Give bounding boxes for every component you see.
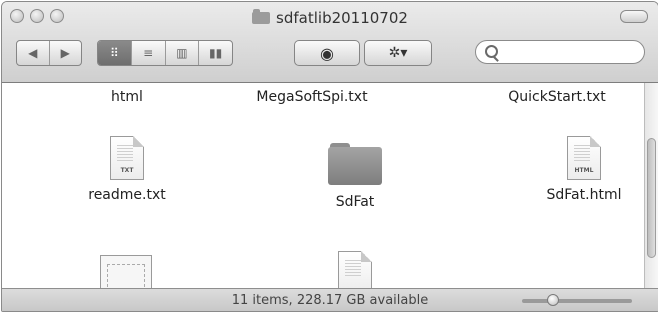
file-label: SdFat.html bbox=[546, 187, 622, 203]
file-item-readme[interactable]: TXT readme.txt bbox=[42, 136, 212, 203]
finder-window: sdfatlib20110702 ◀ ▶ ⠿ ≡ ▥ ▮▮ ◉ ✲▾ html bbox=[1, 1, 658, 312]
file-grid: html MegaSoftSpi.txt QuickStart.txt TXT … bbox=[2, 83, 644, 288]
nav-buttons: ◀ ▶ bbox=[16, 40, 82, 66]
search-icon bbox=[485, 45, 498, 58]
file-label: html bbox=[111, 89, 143, 105]
file-label: SdFat bbox=[335, 194, 375, 210]
back-arrow-icon: ◀ bbox=[28, 46, 38, 60]
column-view-button[interactable]: ▥ bbox=[166, 41, 200, 65]
file-item-megasoftspi[interactable]: MegaSoftSpi.txt bbox=[227, 89, 397, 105]
image-file-icon[interactable] bbox=[100, 255, 152, 288]
column-view-icon: ▥ bbox=[176, 46, 188, 60]
quicklook-button[interactable]: ◉ bbox=[294, 40, 360, 66]
search-input[interactable] bbox=[502, 44, 640, 62]
list-view-button[interactable]: ≡ bbox=[132, 41, 166, 65]
gear-icon: ✲▾ bbox=[388, 45, 408, 61]
back-button[interactable]: ◀ bbox=[17, 41, 50, 65]
window-title: sdfatlib20110702 bbox=[2, 9, 658, 27]
icon-view-icon: ⠿ bbox=[109, 46, 119, 60]
folder-icon bbox=[328, 143, 382, 185]
list-view-icon: ≡ bbox=[143, 46, 154, 60]
html-document-icon: HTML bbox=[567, 136, 601, 180]
icon-view-button[interactable]: ⠿ bbox=[98, 41, 132, 65]
slider-knob[interactable] bbox=[546, 294, 559, 306]
search-field[interactable] bbox=[475, 40, 645, 64]
view-mode-buttons: ⠿ ≡ ▥ ▮▮ bbox=[97, 40, 233, 66]
status-bar: 11 items, 228.17 GB available bbox=[2, 288, 658, 311]
forward-arrow-icon: ▶ bbox=[60, 46, 70, 60]
eye-icon: ◉ bbox=[320, 43, 334, 63]
file-label: readme.txt bbox=[88, 187, 166, 203]
vertical-scrollbar[interactable] bbox=[644, 83, 658, 288]
coverflow-view-icon: ▮▮ bbox=[209, 46, 223, 60]
window-title-text: sdfatlib20110702 bbox=[276, 9, 408, 27]
forward-button[interactable]: ▶ bbox=[50, 41, 82, 65]
scrollbar-thumb[interactable] bbox=[647, 138, 656, 258]
file-item-html[interactable]: html bbox=[42, 89, 212, 105]
folder-icon bbox=[252, 9, 271, 24]
toolbar: sdfatlib20110702 ◀ ▶ ⠿ ≡ ▥ ▮▮ ◉ ✲▾ bbox=[2, 2, 658, 83]
toolbar-toggle-button[interactable] bbox=[620, 10, 648, 23]
action-menu-button[interactable]: ✲▾ bbox=[364, 40, 432, 66]
file-item-quickstart[interactable]: QuickStart.txt bbox=[472, 89, 642, 105]
file-label: QuickStart.txt bbox=[508, 89, 606, 105]
file-label: MegaSoftSpi.txt bbox=[256, 89, 368, 105]
coverflow-view-button[interactable]: ▮▮ bbox=[199, 41, 232, 65]
text-document-icon: TXT bbox=[110, 136, 144, 180]
text-document-icon[interactable] bbox=[338, 251, 372, 288]
icon-size-slider[interactable] bbox=[522, 294, 632, 306]
file-item-sdfat[interactable]: SdFat bbox=[270, 143, 440, 210]
file-item-sdfat-html[interactable]: HTML SdFat.html bbox=[499, 136, 644, 203]
